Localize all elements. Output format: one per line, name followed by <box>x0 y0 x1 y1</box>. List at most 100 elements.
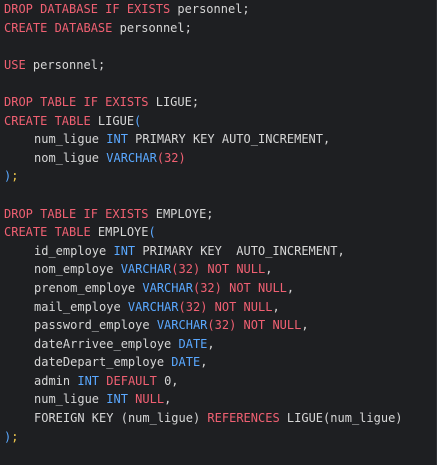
code-token: ) <box>178 150 186 165</box>
code-token: 32 <box>214 318 230 333</box>
code-token: VARCHAR <box>106 150 157 165</box>
code-line[interactable]: CREATE DATABASE personnel; <box>4 19 403 38</box>
code-token: ; <box>11 429 19 444</box>
code-token: CREATE TABLE <box>4 225 98 240</box>
code-token: personnel <box>119 20 185 35</box>
code-token: num_ligue <box>34 392 107 407</box>
code-token: ) <box>192 411 208 426</box>
code-line[interactable]: USE personnel; <box>4 56 403 75</box>
code-line[interactable] <box>4 186 403 205</box>
code-line[interactable]: id_employe INT PRIMARY KEY AUTO_INCREMEN… <box>4 242 403 261</box>
code-token: FOREIGN KEY <box>34 411 121 426</box>
code-token: num_ligue <box>127 411 193 426</box>
code-token: ; <box>206 206 214 221</box>
code-token: VARCHAR <box>120 262 172 277</box>
code-token: NOT NULL <box>200 262 266 277</box>
sql-code-block[interactable]: DROP DATABASE IF EXISTS personnel; CREATE… <box>4 0 403 446</box>
code-token: ( <box>120 411 128 426</box>
code-token: num_ligue <box>34 132 107 147</box>
code-token: ) <box>395 411 403 426</box>
code-token: ( <box>207 318 215 333</box>
code-line[interactable]: mail_employe VARCHAR(32) NOT NULL, <box>4 298 403 317</box>
code-token: , <box>200 355 208 370</box>
code-token: ; <box>191 94 200 109</box>
code-token: EMPLOYE <box>97 225 149 240</box>
code-line[interactable]: password_employe VARCHAR(32) NOT NULL, <box>4 316 403 335</box>
code-token: nom_employe <box>34 262 121 277</box>
code-token: num_ligue <box>330 411 396 426</box>
code-token: personnel <box>177 2 243 16</box>
code-token: ( <box>178 299 186 314</box>
code-token: ( <box>171 262 179 277</box>
code-line[interactable]: ); <box>4 428 403 447</box>
code-token: VARCHAR <box>127 299 179 314</box>
code-token: ( <box>156 150 165 165</box>
code-token: USE <box>4 57 33 72</box>
code-token: admin <box>34 373 78 388</box>
code-token: DATE <box>171 355 201 370</box>
code-token: mail_employe <box>34 299 128 314</box>
code-token: , <box>272 299 280 314</box>
code-token: PRIMARY KEY AUTO_INCREMENT <box>135 132 323 147</box>
code-token: , <box>286 280 295 295</box>
code-line[interactable]: FOREIGN KEY (num_ligue) REFERENCES LIGUE… <box>4 409 403 428</box>
code-token: NOT NULL <box>221 280 287 295</box>
code-token: PRIMARY KEY AUTO_INCREMENT <box>142 243 338 258</box>
code-token: , <box>207 336 215 351</box>
code-token: , <box>265 262 273 277</box>
code-line[interactable]: CREATE TABLE EMPLOYE( <box>4 223 403 242</box>
code-token: LIGUE <box>286 411 324 426</box>
code-token: , <box>301 318 309 333</box>
code-token: DROP TABLE IF EXISTS <box>4 206 156 221</box>
code-token: personnel <box>32 57 98 72</box>
code-token: ; <box>11 169 19 184</box>
code-line[interactable]: num_ligue INT NULL, <box>4 390 403 409</box>
code-line[interactable]: dateArrivee_employe DATE, <box>4 335 403 354</box>
code-token: LIGUE <box>97 113 135 128</box>
code-token: INT <box>113 243 143 258</box>
code-line[interactable]: DROP TABLE IF EXISTS LIGUE; <box>4 93 403 112</box>
code-token: 32 <box>178 262 193 277</box>
code-token: , <box>171 373 179 388</box>
code-token: ( <box>134 113 142 128</box>
code-line[interactable]: CREATE TABLE LIGUE( <box>4 112 403 131</box>
code-line[interactable]: DROP TABLE IF EXISTS EMPLOYE; <box>4 205 403 224</box>
code-token: ; <box>184 20 192 35</box>
code-token: DROP TABLE IF EXISTS <box>4 94 156 109</box>
code-line[interactable]: dateDepart_employe DATE, <box>4 353 403 372</box>
code-token: NOT NULL <box>207 299 273 314</box>
code-token: LIGUE <box>155 94 192 109</box>
code-token: id_employe <box>34 243 114 258</box>
code-token: , <box>323 132 331 147</box>
code-token: NOT NULL <box>236 318 302 333</box>
code-token: , <box>337 243 345 258</box>
code-token: ) <box>214 280 222 295</box>
code-token: DATE <box>178 336 208 351</box>
code-token: ; <box>97 57 106 72</box>
code-line[interactable]: admin INT DEFAULT 0, <box>4 372 403 391</box>
code-line[interactable]: num_ligue INT PRIMARY KEY AUTO_INCREMENT… <box>4 130 403 149</box>
code-token: VARCHAR <box>142 280 193 295</box>
code-token: CREATE DATABASE <box>4 20 120 35</box>
code-token: 32 <box>200 280 215 295</box>
code-token: CREATE TABLE <box>4 113 98 128</box>
code-token: password_employe <box>34 318 157 333</box>
code-token: dateArrivee_employe <box>34 336 179 351</box>
code-line[interactable]: nom_ligue VARCHAR(32) <box>4 149 403 168</box>
code-line[interactable]: prenom_employe VARCHAR(32) NOT NULL, <box>4 279 403 298</box>
code-token: nom_ligue <box>34 150 107 165</box>
code-token: DROP DATABASE IF EXISTS <box>4 2 178 16</box>
code-token: INT <box>106 132 136 147</box>
code-token: ( <box>148 225 156 240</box>
code-line[interactable] <box>4 74 403 93</box>
code-line[interactable] <box>4 37 403 56</box>
code-token: INT <box>77 373 107 388</box>
code-token: EMPLOYE <box>155 206 207 221</box>
code-line[interactable]: DROP DATABASE IF EXISTS personnel; <box>4 0 403 19</box>
code-token: DEFAULT <box>106 373 165 388</box>
code-token: dateDepart_employe <box>34 355 172 370</box>
code-token: 32 <box>164 150 179 165</box>
code-line[interactable]: nom_employe VARCHAR(32) NOT NULL, <box>4 260 403 279</box>
code-editor[interactable]: DROP DATABASE IF EXISTS personnel; CREATE… <box>0 0 437 465</box>
code-line[interactable]: ); <box>4 167 403 186</box>
